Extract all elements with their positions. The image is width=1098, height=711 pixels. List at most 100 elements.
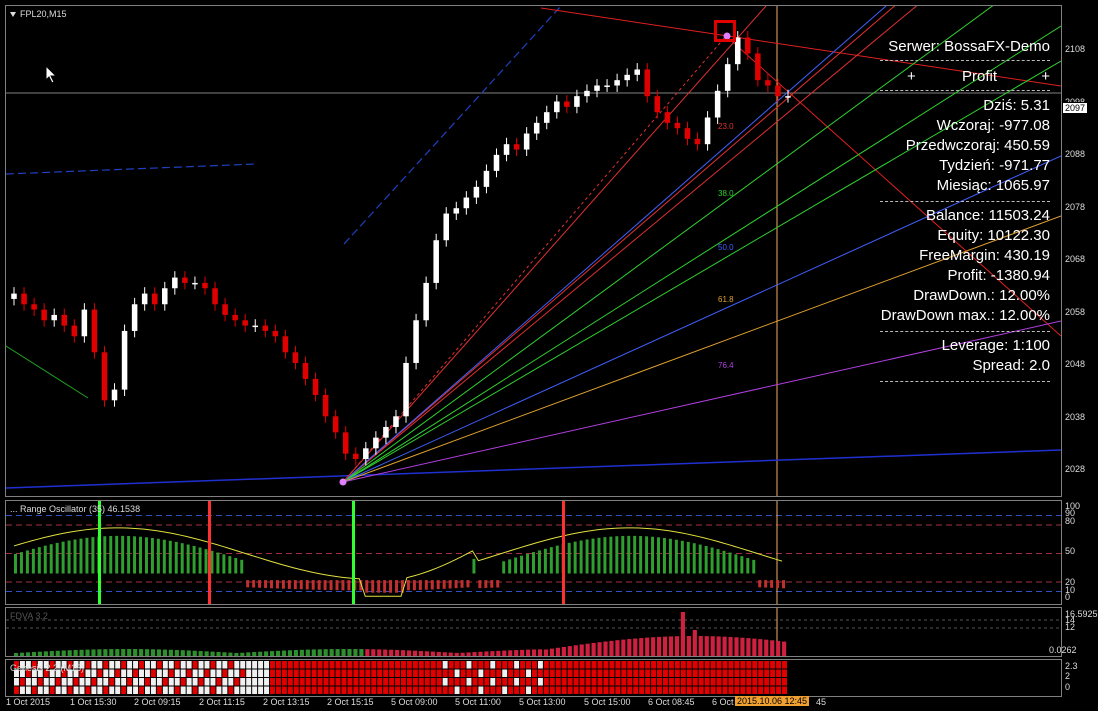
- signal-cell: [490, 686, 496, 694]
- signal-cell: [395, 686, 400, 694]
- signal-cell: [299, 678, 305, 686]
- volume-bar: [341, 649, 346, 656]
- oscillator-bar: [55, 542, 59, 574]
- oscillator-canvas[interactable]: [6, 501, 1061, 604]
- volume-bar: [127, 649, 132, 656]
- signal-cell: [222, 669, 228, 677]
- volume-bar: [19, 652, 25, 656]
- candle-body: [493, 154, 500, 171]
- signal-cell: [162, 661, 168, 669]
- signal-cell: [109, 661, 115, 669]
- oscillator-bar: [573, 541, 577, 574]
- signal-cell: [597, 686, 603, 694]
- signal-cell: [162, 669, 168, 677]
- signal-cell: [782, 686, 787, 694]
- signal-cell: [478, 686, 484, 694]
- signal-cell: [645, 661, 651, 669]
- signal-cell: [526, 661, 531, 669]
- signal-cell: [168, 678, 174, 686]
- price-tick: 2038: [1065, 412, 1086, 422]
- price-chart-pane[interactable]: FPL20,M15: [5, 5, 1062, 497]
- candle-body: [353, 453, 359, 459]
- day-before-profit: Przedwczoraj: 450.59: [905, 137, 1050, 154]
- oscillator-bar: [686, 541, 690, 574]
- signal-cell: [79, 686, 85, 694]
- volume-bar: [353, 649, 358, 656]
- candle-body: [604, 85, 610, 87]
- signal-cell: [549, 686, 555, 694]
- signal-cell: [460, 661, 466, 669]
- signal-cell: [383, 686, 389, 694]
- volume-pane[interactable]: FDVA 3.2: [5, 607, 1062, 657]
- signal-cell: [329, 678, 335, 686]
- signal-cell: [97, 678, 103, 686]
- volume-bar: [776, 640, 781, 656]
- signal-cell: [67, 686, 73, 694]
- signal-cell: [567, 678, 573, 686]
- yesterday-profit: Wczoraj: -977.08: [936, 117, 1050, 134]
- candle-body: [433, 240, 439, 283]
- volume-bar: [716, 636, 721, 656]
- sig-tick: 2: [1065, 671, 1071, 681]
- price-tick: 2088: [1065, 149, 1086, 159]
- signal-cell: [454, 678, 460, 686]
- signal-cell: [412, 661, 418, 669]
- signal-cell: [573, 661, 579, 669]
- price-chart-canvas[interactable]: [6, 6, 1061, 496]
- signal-cell: [615, 669, 621, 677]
- signal-cell: [543, 686, 549, 694]
- volume-bar: [109, 649, 114, 656]
- time-label: 1 Oct 2015: [6, 697, 51, 707]
- candle-body: [775, 85, 781, 97]
- signal-cell: [133, 678, 139, 686]
- signal-cell: [97, 686, 103, 694]
- signal-cell: [293, 661, 299, 669]
- candle-body: [704, 117, 711, 145]
- signal-cell: [520, 686, 526, 694]
- signal-cell: [186, 661, 192, 669]
- signal-cell: [758, 686, 764, 694]
- signal-cell: [91, 661, 97, 669]
- oscillator-pane[interactable]: ... Range Oscillator (35) 46.1538: [5, 500, 1062, 605]
- signal-cell: [210, 669, 216, 677]
- oscillator-bar: [555, 545, 559, 574]
- oscillator-bar: [668, 538, 672, 574]
- signal-cell: [103, 661, 109, 669]
- week-profit: Tydzień: -971.77: [939, 157, 1050, 174]
- chart-menu-icon[interactable]: [10, 12, 16, 18]
- profit-value: Profit: -1380.94: [947, 267, 1050, 284]
- signal-cell: [353, 686, 359, 694]
- signal-cell: [484, 678, 490, 686]
- signal-cell: [764, 661, 770, 669]
- signal-cell: [329, 669, 335, 677]
- signal-canvas[interactable]: [6, 660, 1061, 696]
- oscillator-bar: [633, 535, 637, 574]
- signal-pane[interactable]: Genesis 2.2 (M15): [5, 659, 1062, 697]
- oscillator-bar: [609, 536, 613, 574]
- candle-body: [322, 394, 329, 417]
- volume-bar: [139, 649, 144, 656]
- oscillator-bar: [597, 537, 601, 574]
- signal-cell: [662, 678, 668, 686]
- volume-bar: [305, 649, 310, 656]
- oscillator-bar: [680, 540, 684, 574]
- signal-cell: [782, 678, 787, 686]
- signal-cell: [591, 661, 597, 669]
- volume-bar: [270, 651, 275, 656]
- signal-cell: [133, 661, 139, 669]
- volume-bar: [49, 651, 54, 656]
- signal-cell: [329, 661, 335, 669]
- signal-cell: [258, 678, 264, 686]
- peak-marker-box: [714, 20, 736, 42]
- signal-cell: [621, 678, 627, 686]
- signal-cell: [758, 661, 764, 669]
- oscillator-bar: [139, 536, 143, 574]
- signal-cell: [371, 678, 377, 686]
- oscillator-bar: [335, 580, 339, 591]
- signal-cell: [305, 661, 311, 669]
- volume-bar: [162, 649, 168, 656]
- signal-cell: [680, 686, 686, 694]
- volume-canvas[interactable]: [6, 608, 1061, 656]
- signal-cell: [668, 669, 674, 677]
- candle-body: [51, 314, 57, 321]
